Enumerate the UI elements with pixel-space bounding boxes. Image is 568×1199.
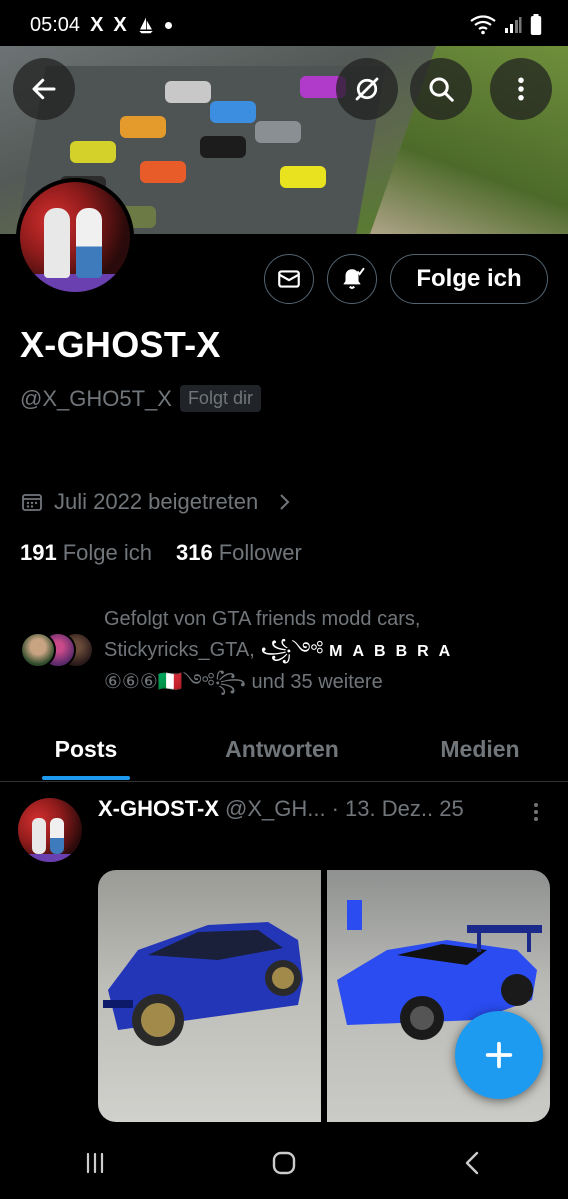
banner-car [140,161,186,183]
home-icon[interactable] [269,1148,299,1178]
system-navigation-bar [0,1127,568,1199]
wifi-icon [470,15,496,35]
x-notification-icon: X [90,13,104,36]
more-options-button[interactable] [490,58,552,120]
slashed-circle-icon [355,77,379,101]
avatar-figure-white [44,208,70,278]
sailboat-notification-icon [139,17,153,34]
tab-replies[interactable]: Antworten [172,720,392,778]
avatar-floor [18,854,82,862]
banner-car [165,81,211,103]
following-label: Folge ich [62,540,152,565]
post-image-blue-sedan[interactable] [98,870,321,1122]
banner-car [280,166,326,188]
back-nav-icon[interactable] [458,1148,488,1178]
display-name: X-GHOST-X [20,324,221,365]
followed-by-deco-2: ⑥⑥⑥🇮🇹༺꧂ [104,671,246,693]
envelope-icon [278,270,300,288]
post-date[interactable]: · 13. Dez.. 25 [332,796,464,822]
back-button[interactable] [13,58,75,120]
user-handle: @X_GHO5T_X [20,385,172,411]
banner-car [70,141,116,163]
joined-date-row[interactable]: Juli 2022 beigetreten [20,489,296,515]
arrow-left-icon [32,78,56,100]
banner-car [210,101,256,123]
following-count: 191 [20,540,57,565]
notifications-button[interactable] [327,254,377,304]
avatar-figure-blue [76,208,102,278]
followed-by-text: Gefolgt von GTA friends modd cars, Stick… [104,604,524,698]
post-more-icon[interactable] [526,800,546,824]
tab-media[interactable]: Medien [392,720,568,778]
banner-car [120,116,166,138]
post-author-name[interactable]: X-GHOST-X [98,796,219,822]
mute-toggle-button[interactable] [336,58,398,120]
bell-check-icon [343,267,365,290]
banner-car [200,136,246,158]
status-time: 05:04 [30,13,81,36]
followed-by-line-2: Stickyricks_GTA, ꧁༺ MABBRA [104,635,524,667]
post-author-avatar[interactable] [18,798,82,862]
tab-posts[interactable]: Posts [0,720,172,778]
followers-label: Follower [218,540,302,565]
avatar-floor [20,274,130,292]
followed-by-avatars [20,632,94,672]
search-button[interactable] [410,58,472,120]
banner-car [255,121,301,143]
battery-icon [530,14,542,35]
handle-row: @X_GHO5T_X Folgt dir [20,385,261,412]
status-bar: 05:04 X X [0,0,568,50]
followers-count: 316 [176,540,213,565]
post-author-handle[interactable]: @X_GH... [225,796,326,822]
avatar-figure-white [32,818,46,854]
x-notification-icon: X [113,13,127,36]
signal-icon [505,17,522,33]
blue-sedan-illustration [103,922,303,1046]
follow-counts: 191 Folge ich 316 Follower [20,540,302,566]
more-vertical-icon [518,77,524,101]
following-button[interactable]: Folge ich [390,254,548,304]
calendar-icon [22,494,42,511]
followed-by-line-1: Gefolgt von GTA friends modd cars, [104,608,421,630]
followed-by-spaced-name: MABBRA [329,643,461,660]
profile-tabs: Posts Antworten Medien [0,720,568,782]
plus-icon [485,1041,513,1069]
followed-by-section[interactable]: Gefolgt von GTA friends modd cars, Stick… [20,604,524,698]
chevron-right-icon [280,494,290,510]
post-header: X-GHOST-X @X_GH... · 13. Dez.. 25 [98,796,464,822]
followed-by-deco: ꧁༺ [260,639,324,661]
compose-post-button[interactable] [455,1011,543,1099]
joined-date: Juli 2022 beigetreten [54,489,259,514]
followed-by-others: und 35 weitere [245,671,383,693]
followers-count-link[interactable]: 316 Follower [176,540,302,566]
followed-by-line-3: ⑥⑥⑥🇮🇹༺꧂ und 35 weitere [104,667,524,698]
following-count-link[interactable]: 191 Folge ich [20,540,152,566]
notification-dot-icon [164,21,172,29]
follower-avatar [20,632,56,668]
profile-avatar[interactable] [16,178,134,296]
message-button[interactable] [264,254,314,304]
search-icon [429,77,454,102]
follows-you-badge: Folgt dir [179,385,261,412]
avatar-figure-blue [50,818,64,854]
recent-apps-icon[interactable] [80,1148,110,1178]
followed-by-name: Stickyricks_GTA, [104,639,261,661]
